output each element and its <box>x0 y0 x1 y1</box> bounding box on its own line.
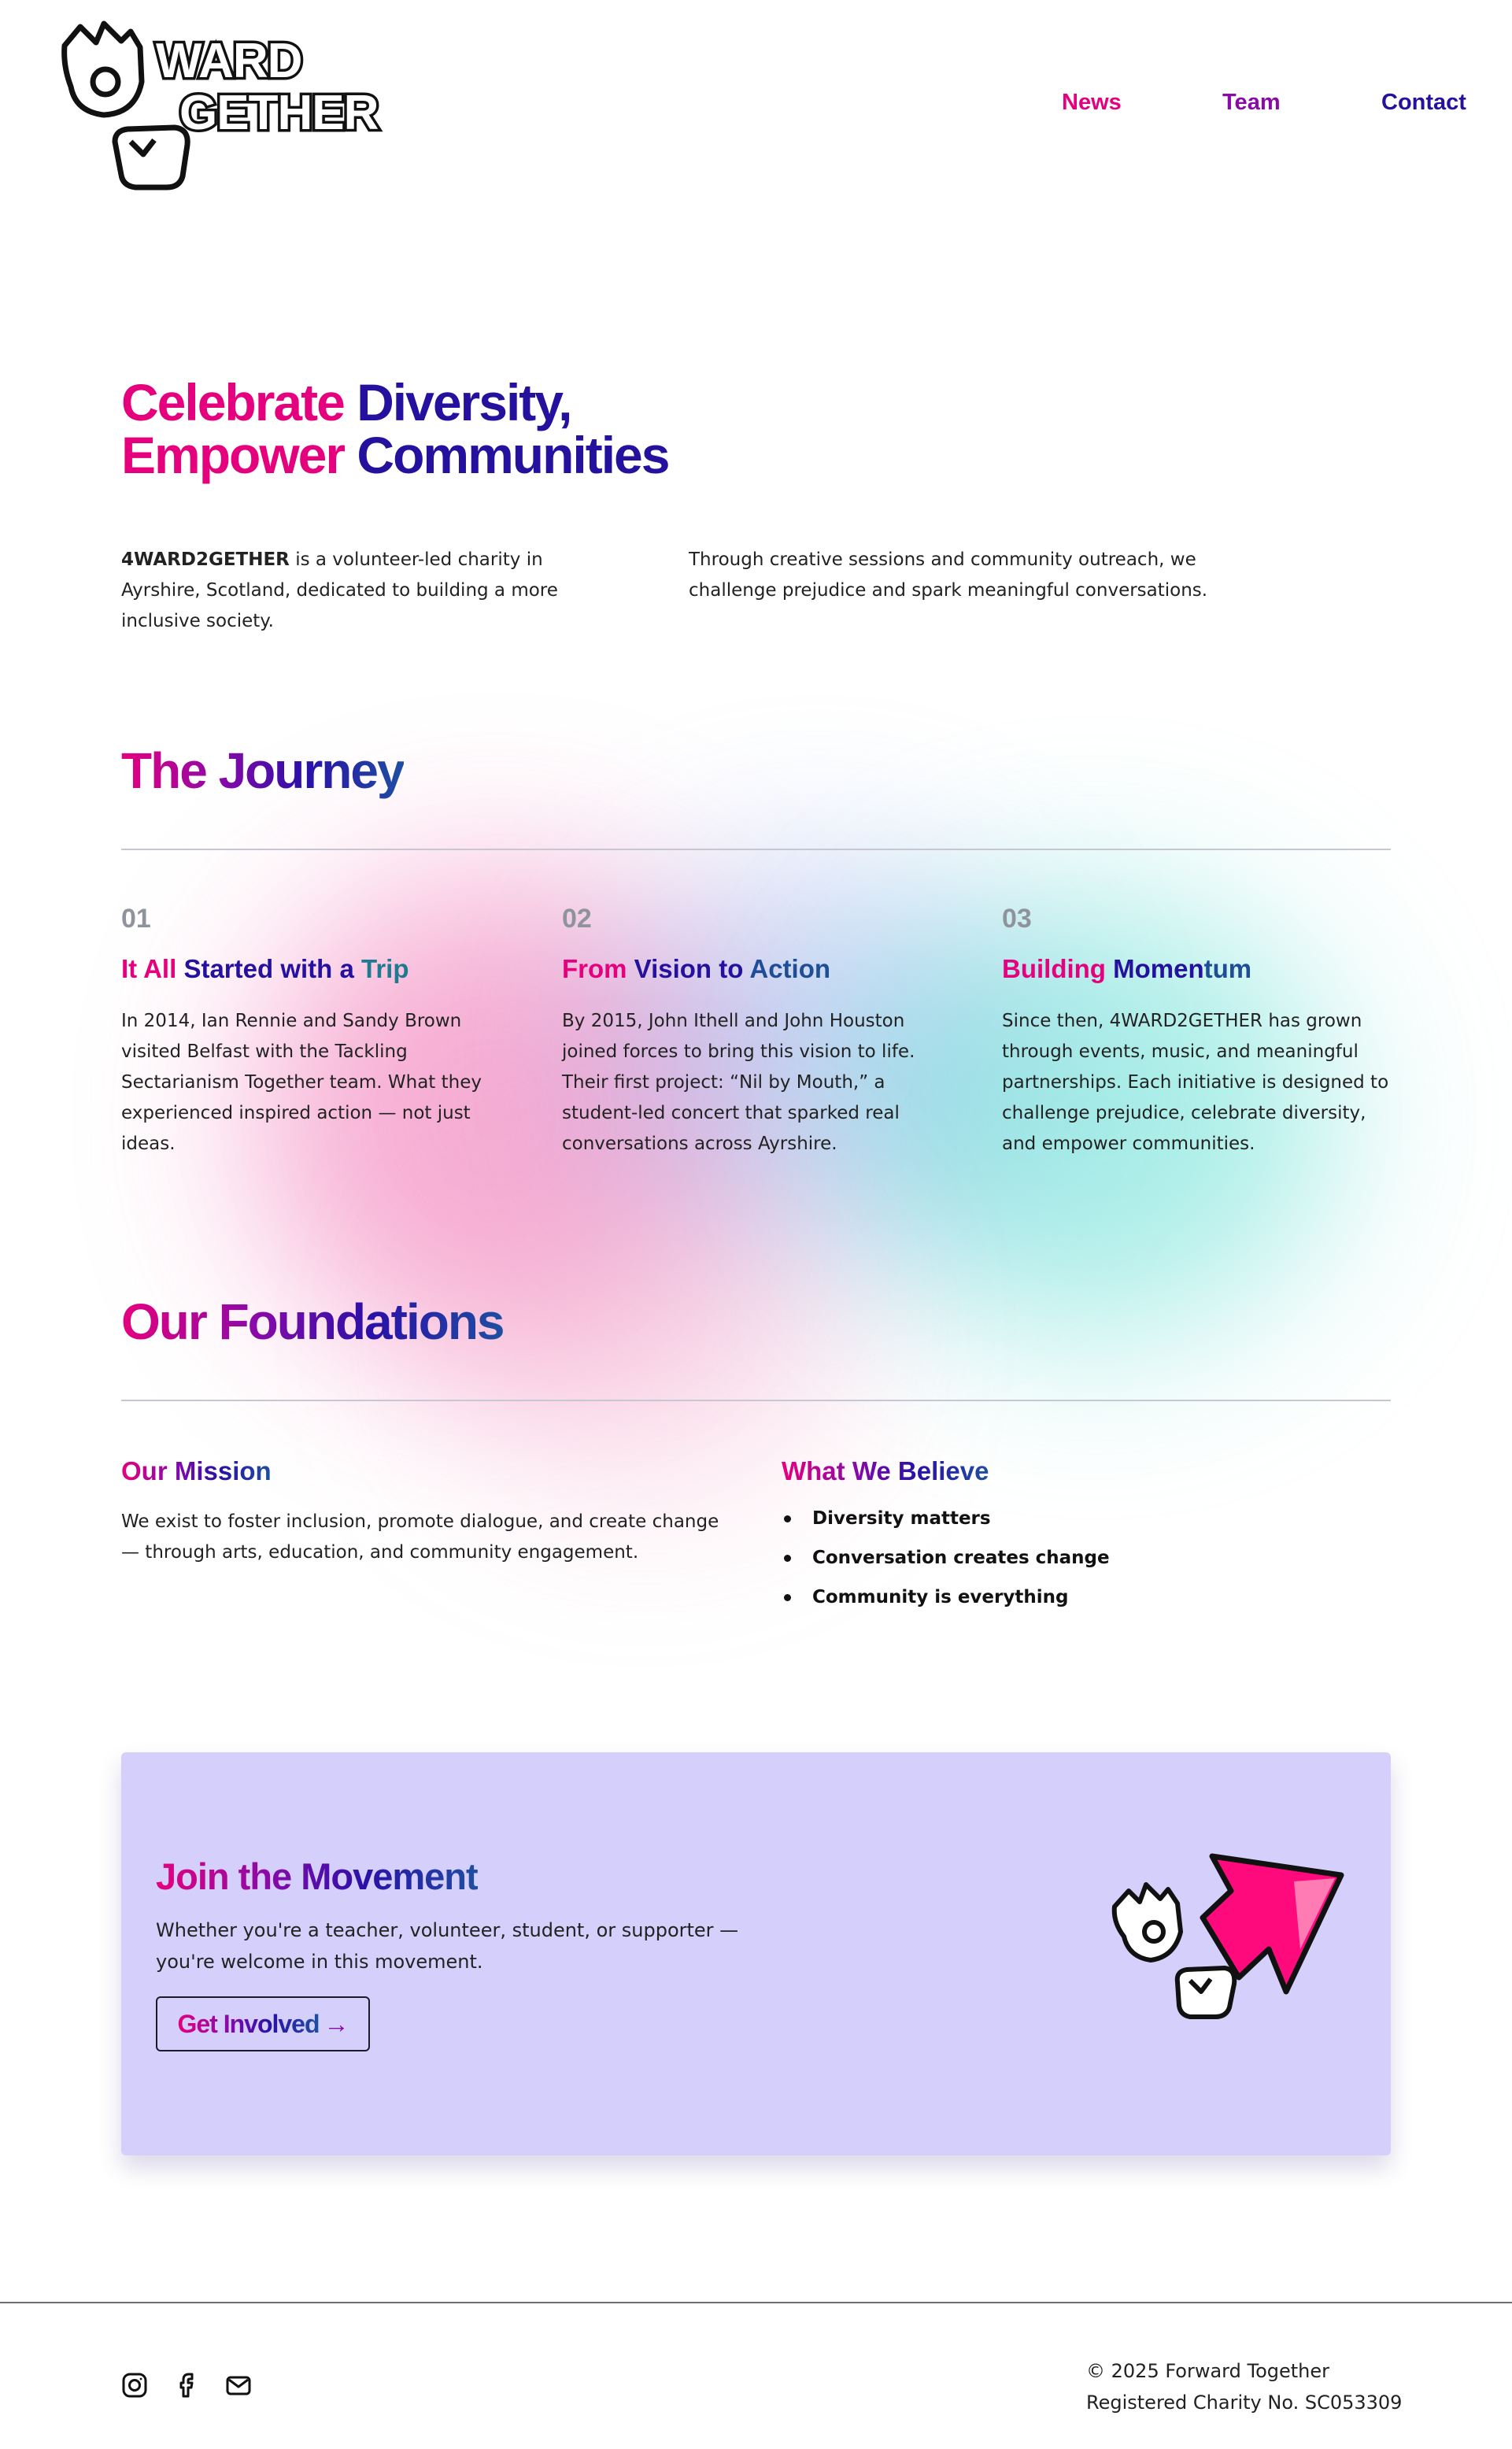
foundations-title: Our Foundations <box>121 1293 505 1351</box>
copyright-text: © 2025 Forward Together <box>1086 2360 1329 2382</box>
hero-title-line2-b: Communities <box>357 426 670 484</box>
step-title-part: It All <box>121 954 184 983</box>
join-movement-card: Join the Movement Whether you're a teach… <box>121 1752 1391 2155</box>
journey-divider <box>121 849 1391 850</box>
step-body: In 2014, Ian Rennie and Sandy Brown visi… <box>121 1011 482 1154</box>
journey-title-text: The Journey <box>121 742 405 799</box>
site-logo[interactable]: WARD GETHER <box>49 19 403 194</box>
nav-team[interactable]: Team <box>1222 90 1281 116</box>
step-title-part: Building <box>1002 954 1114 983</box>
step-title-part: Action <box>749 954 831 983</box>
belief-item: Conversation creates change <box>782 1542 1110 1581</box>
brand-name: 4WARD2GETHER <box>121 549 290 570</box>
hero-title-line1-b: Diversity, <box>357 373 572 431</box>
belief-item: Diversity matters <box>782 1503 1110 1542</box>
instagram-icon[interactable] <box>121 2372 148 2399</box>
hero-intro-right: Through creative sessions and community … <box>689 549 1208 601</box>
journey-title: The Journey <box>121 742 405 800</box>
foundations-divider <box>121 1400 1391 1401</box>
step-number: 02 <box>562 904 592 934</box>
nav-news[interactable]: News <box>1062 90 1122 116</box>
step-title-part: From <box>562 954 634 983</box>
beliefs-title: What We Believe <box>782 1456 989 1485</box>
hero-title-line2-a: Empower <box>121 426 357 484</box>
mission-body: We exist to foster inclusion, promote di… <box>121 1511 719 1563</box>
mail-icon[interactable] <box>225 2372 252 2399</box>
step-title: From Vision to Action <box>562 954 830 984</box>
waving-hand-icon <box>61 20 145 118</box>
hands-arrow-illustration <box>1108 1845 1359 2028</box>
charity-number: Registered Charity No. SC053309 <box>1086 2392 1403 2414</box>
step-body: By 2015, John Ithell and John Houston jo… <box>562 1011 915 1154</box>
step-body: Since then, 4WARD2GETHER has grown throu… <box>1002 1011 1389 1154</box>
beliefs-list: Diversity matters Conversation creates c… <box>782 1503 1110 1621</box>
logo-text-top: WARD <box>156 34 301 88</box>
facebook-icon[interactable] <box>173 2372 200 2399</box>
step-title-part: Vision to <box>634 954 750 983</box>
step-title-part: Started with a <box>183 954 361 983</box>
step-title-part: tum <box>1203 954 1252 983</box>
step-title: Building Momentum <box>1002 954 1251 984</box>
waving-hand-icon <box>1111 1882 1183 1963</box>
mission-title: Our Mission <box>121 1456 272 1485</box>
step-title-part: Momen <box>1113 954 1204 983</box>
step-number: 01 <box>121 904 151 934</box>
footer-divider <box>0 2302 1512 2303</box>
get-involved-button[interactable]: Get Involved → <box>156 1996 370 2051</box>
hero-title-line1-a: Celebrate <box>121 373 357 431</box>
nav-contact[interactable]: Contact <box>1381 90 1466 116</box>
foundations-title-text: Our Foundations <box>121 1293 505 1350</box>
get-involved-label: Get Involved <box>177 2009 320 2038</box>
step-title: It All Started with a Trip <box>121 954 409 984</box>
hero-intro-left: 4WARD2GETHER is a volunteer-led charity … <box>121 545 625 637</box>
arrow-right-icon: → <box>323 2009 349 2038</box>
footer-legal: © 2025 Forward Together Registered Chari… <box>1086 2355 1402 2418</box>
step-title-part: Trip <box>361 954 409 983</box>
peace-hand-icon <box>112 124 190 191</box>
peace-hand-icon <box>1174 1966 1237 2019</box>
step-number: 03 <box>1002 904 1032 934</box>
cta-title: Join the Movement <box>156 1855 479 1897</box>
logo-text-bottom: GETHER <box>179 86 379 140</box>
cta-body: Whether you're a teacher, volunteer, stu… <box>156 1919 739 1973</box>
hero-title: Celebrate Diversity, Empower Communities <box>121 373 670 484</box>
belief-item: Community is everything <box>782 1581 1110 1621</box>
